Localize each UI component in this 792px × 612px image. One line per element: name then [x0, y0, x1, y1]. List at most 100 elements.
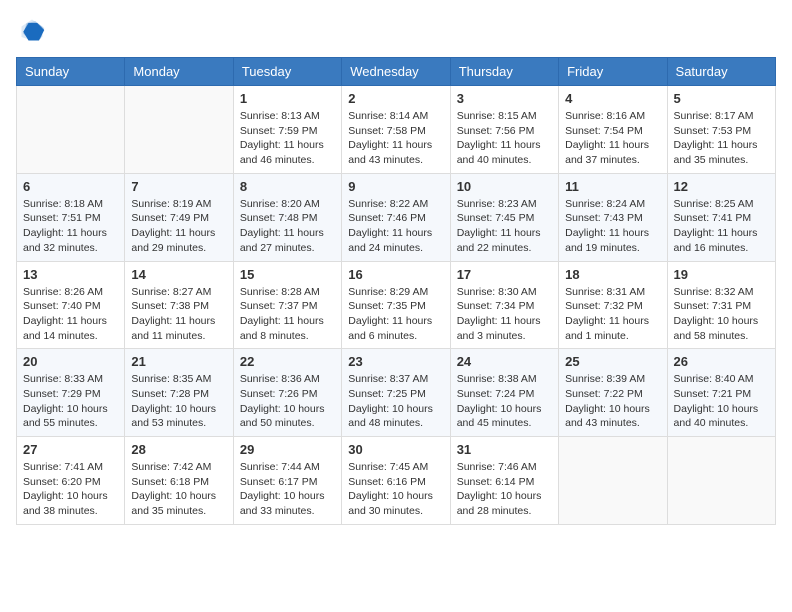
day-number: 26	[674, 354, 769, 369]
day-info: Sunrise: 8:28 AM Sunset: 7:37 PM Dayligh…	[240, 285, 335, 344]
column-header-wednesday: Wednesday	[342, 58, 450, 86]
calendar-week-row: 1Sunrise: 8:13 AM Sunset: 7:59 PM Daylig…	[17, 86, 776, 174]
column-header-tuesday: Tuesday	[233, 58, 341, 86]
day-number: 12	[674, 179, 769, 194]
day-number: 18	[565, 267, 660, 282]
day-number: 8	[240, 179, 335, 194]
calendar-week-row: 20 Sunrise: 8:33 AM Sunset: 7:29 PM Dayli…	[17, 349, 776, 437]
day-number: 22	[240, 354, 335, 369]
day-info: Sunrise: 7:45 AM Sunset: 6:16 PM Dayligh…	[348, 460, 443, 519]
calendar-cell: 22 Sunrise: 8:36 AM Sunset: 7:26 PM Dayli…	[233, 349, 341, 437]
calendar-cell: 27 Sunrise: 7:41 AM Sunset: 6:20 PM Dayli…	[17, 437, 125, 525]
calendar-cell: 11 Sunrise: 8:24 AM Sunset: 7:43 PM Dayli…	[559, 173, 667, 261]
day-info: Sunrise: 8:17 AM Sunset: 7:53 PM Dayligh…	[674, 109, 769, 168]
day-number: 29	[240, 442, 335, 457]
calendar-cell: 17Sunrise: 8:30 AM Sunset: 7:34 PM Dayli…	[450, 261, 558, 349]
day-info: Sunrise: 8:31 AM Sunset: 7:32 PM Dayligh…	[565, 285, 660, 344]
calendar-cell: 12 Sunrise: 8:25 AM Sunset: 7:41 PM Dayli…	[667, 173, 775, 261]
day-info: Sunrise: 8:32 AM Sunset: 7:31 PM Dayligh…	[674, 285, 769, 344]
column-header-thursday: Thursday	[450, 58, 558, 86]
calendar-cell: 18 Sunrise: 8:31 AM Sunset: 7:32 PM Dayli…	[559, 261, 667, 349]
calendar-cell: 15Sunrise: 8:28 AM Sunset: 7:37 PM Dayli…	[233, 261, 341, 349]
day-number: 2	[348, 91, 443, 106]
day-info: Sunrise: 7:46 AM Sunset: 6:14 PM Dayligh…	[457, 460, 552, 519]
calendar-cell: 8 Sunrise: 8:20 AM Sunset: 7:48 PM Daylig…	[233, 173, 341, 261]
day-number: 13	[23, 267, 118, 282]
calendar-header-row: SundayMondayTuesdayWednesdayThursdayFrid…	[17, 58, 776, 86]
day-number: 21	[131, 354, 226, 369]
day-info: Sunrise: 8:25 AM Sunset: 7:41 PM Dayligh…	[674, 197, 769, 256]
day-info: Sunrise: 8:20 AM Sunset: 7:48 PM Dayligh…	[240, 197, 335, 256]
day-number: 19	[674, 267, 769, 282]
calendar-cell: 31 Sunrise: 7:46 AM Sunset: 6:14 PM Dayli…	[450, 437, 558, 525]
day-info: Sunrise: 8:39 AM Sunset: 7:22 PM Dayligh…	[565, 372, 660, 431]
calendar-cell: 25 Sunrise: 8:39 AM Sunset: 7:22 PM Dayli…	[559, 349, 667, 437]
calendar-table: SundayMondayTuesdayWednesdayThursdayFrid…	[16, 57, 776, 525]
day-number: 28	[131, 442, 226, 457]
day-number: 30	[348, 442, 443, 457]
calendar-cell: 30 Sunrise: 7:45 AM Sunset: 6:16 PM Dayli…	[342, 437, 450, 525]
day-number: 27	[23, 442, 118, 457]
day-number: 4	[565, 91, 660, 106]
day-info: Sunrise: 8:33 AM Sunset: 7:29 PM Dayligh…	[23, 372, 118, 431]
day-info: Sunrise: 8:37 AM Sunset: 7:25 PM Dayligh…	[348, 372, 443, 431]
calendar-cell: 5 Sunrise: 8:17 AM Sunset: 7:53 PM Daylig…	[667, 86, 775, 174]
calendar-cell: 1Sunrise: 8:13 AM Sunset: 7:59 PM Daylig…	[233, 86, 341, 174]
day-number: 31	[457, 442, 552, 457]
calendar-cell: 24 Sunrise: 8:38 AM Sunset: 7:24 PM Dayli…	[450, 349, 558, 437]
calendar-cell: 26Sunrise: 8:40 AM Sunset: 7:21 PM Dayli…	[667, 349, 775, 437]
day-number: 10	[457, 179, 552, 194]
calendar-cell	[17, 86, 125, 174]
calendar-cell: 4 Sunrise: 8:16 AM Sunset: 7:54 PM Daylig…	[559, 86, 667, 174]
day-number: 6	[23, 179, 118, 194]
day-number: 3	[457, 91, 552, 106]
day-info: Sunrise: 8:23 AM Sunset: 7:45 PM Dayligh…	[457, 197, 552, 256]
calendar-cell: 14Sunrise: 8:27 AM Sunset: 7:38 PM Dayli…	[125, 261, 233, 349]
day-number: 25	[565, 354, 660, 369]
day-info: Sunrise: 8:15 AM Sunset: 7:56 PM Dayligh…	[457, 109, 552, 168]
day-info: Sunrise: 7:41 AM Sunset: 6:20 PM Dayligh…	[23, 460, 118, 519]
calendar-week-row: 27 Sunrise: 7:41 AM Sunset: 6:20 PM Dayli…	[17, 437, 776, 525]
day-info: Sunrise: 8:22 AM Sunset: 7:46 PM Dayligh…	[348, 197, 443, 256]
day-info: Sunrise: 8:14 AM Sunset: 7:58 PM Dayligh…	[348, 109, 443, 168]
calendar-cell: 23Sunrise: 8:37 AM Sunset: 7:25 PM Dayli…	[342, 349, 450, 437]
day-info: Sunrise: 8:18 AM Sunset: 7:51 PM Dayligh…	[23, 197, 118, 256]
calendar-cell: 10 Sunrise: 8:23 AM Sunset: 7:45 PM Dayli…	[450, 173, 558, 261]
day-info: Sunrise: 8:16 AM Sunset: 7:54 PM Dayligh…	[565, 109, 660, 168]
day-number: 5	[674, 91, 769, 106]
column-header-friday: Friday	[559, 58, 667, 86]
page-header	[16, 16, 776, 49]
column-header-sunday: Sunday	[17, 58, 125, 86]
calendar-cell: 13 Sunrise: 8:26 AM Sunset: 7:40 PM Dayli…	[17, 261, 125, 349]
calendar-cell: 20 Sunrise: 8:33 AM Sunset: 7:29 PM Dayli…	[17, 349, 125, 437]
day-number: 16	[348, 267, 443, 282]
day-info: Sunrise: 8:35 AM Sunset: 7:28 PM Dayligh…	[131, 372, 226, 431]
calendar-cell: 3 Sunrise: 8:15 AM Sunset: 7:56 PM Daylig…	[450, 86, 558, 174]
calendar-cell: 7Sunrise: 8:19 AM Sunset: 7:49 PM Daylig…	[125, 173, 233, 261]
calendar-cell: 28 Sunrise: 7:42 AM Sunset: 6:18 PM Dayli…	[125, 437, 233, 525]
calendar-cell	[125, 86, 233, 174]
day-info: Sunrise: 8:29 AM Sunset: 7:35 PM Dayligh…	[348, 285, 443, 344]
calendar-cell: 9 Sunrise: 8:22 AM Sunset: 7:46 PM Daylig…	[342, 173, 450, 261]
calendar-cell: 21 Sunrise: 8:35 AM Sunset: 7:28 PM Dayli…	[125, 349, 233, 437]
day-info: Sunrise: 8:36 AM Sunset: 7:26 PM Dayligh…	[240, 372, 335, 431]
calendar-week-row: 6 Sunrise: 8:18 AM Sunset: 7:51 PM Daylig…	[17, 173, 776, 261]
day-number: 1	[240, 91, 335, 106]
calendar-cell	[667, 437, 775, 525]
day-info: Sunrise: 8:24 AM Sunset: 7:43 PM Dayligh…	[565, 197, 660, 256]
calendar-cell: 2 Sunrise: 8:14 AM Sunset: 7:58 PM Daylig…	[342, 86, 450, 174]
calendar-cell: 29 Sunrise: 7:44 AM Sunset: 6:17 PM Dayli…	[233, 437, 341, 525]
day-info: Sunrise: 7:42 AM Sunset: 6:18 PM Dayligh…	[131, 460, 226, 519]
calendar-cell: 16 Sunrise: 8:29 AM Sunset: 7:35 PM Dayli…	[342, 261, 450, 349]
day-info: Sunrise: 8:26 AM Sunset: 7:40 PM Dayligh…	[23, 285, 118, 344]
day-number: 11	[565, 179, 660, 194]
calendar-week-row: 13 Sunrise: 8:26 AM Sunset: 7:40 PM Dayli…	[17, 261, 776, 349]
day-info: Sunrise: 7:44 AM Sunset: 6:17 PM Dayligh…	[240, 460, 335, 519]
day-number: 24	[457, 354, 552, 369]
calendar-cell: 19 Sunrise: 8:32 AM Sunset: 7:31 PM Dayli…	[667, 261, 775, 349]
day-info: Sunrise: 8:38 AM Sunset: 7:24 PM Dayligh…	[457, 372, 552, 431]
column-header-saturday: Saturday	[667, 58, 775, 86]
day-number: 7	[131, 179, 226, 194]
day-number: 20	[23, 354, 118, 369]
day-number: 9	[348, 179, 443, 194]
